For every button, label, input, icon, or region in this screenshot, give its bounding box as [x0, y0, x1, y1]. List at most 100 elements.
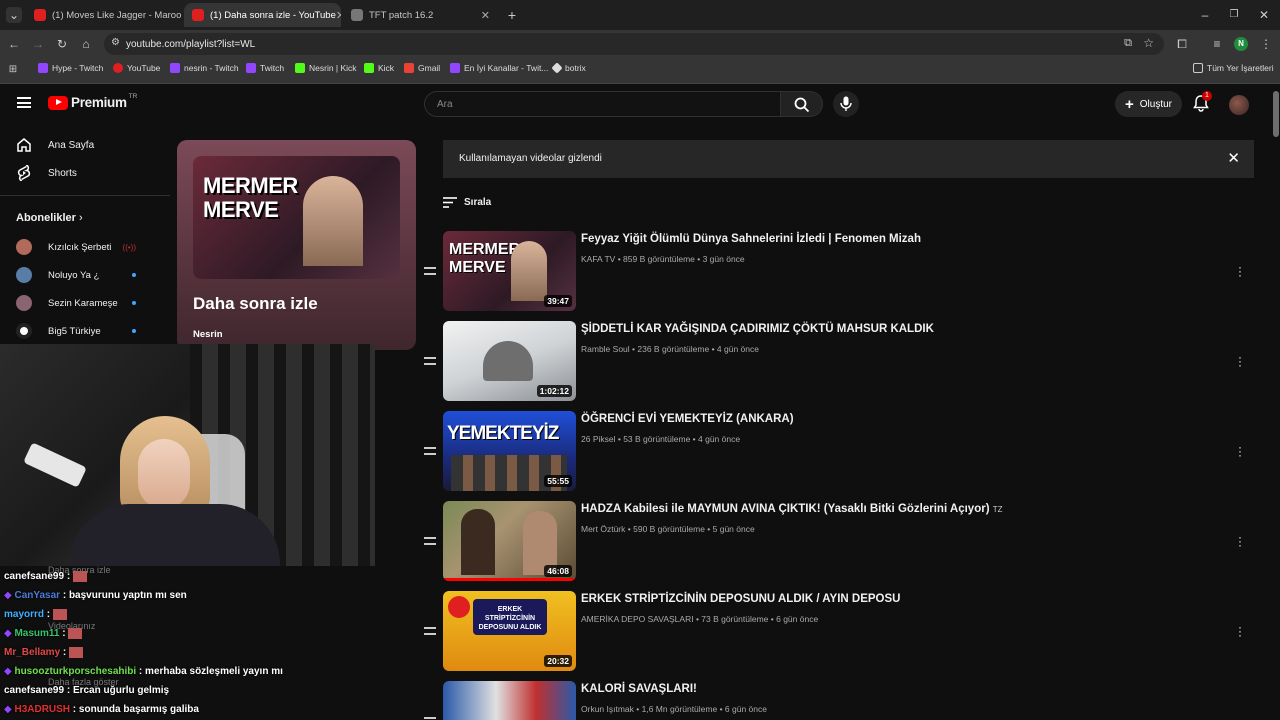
notifications-button[interactable]: 1	[1193, 91, 1212, 113]
bookmark-item[interactable]: En İyi Kanallar - Twit...	[450, 63, 548, 73]
scrollbar-thumb[interactable]	[1273, 91, 1279, 137]
browser-menu-icon[interactable]: ⋮	[1258, 36, 1274, 52]
drag-handle-icon[interactable]	[424, 267, 436, 275]
sidebar-sub-item[interactable]: Kızılcık Şerbeti ((•))	[16, 239, 136, 255]
close-icon[interactable]: ✕	[1227, 149, 1240, 167]
playlist-owner[interactable]: Nesrin	[193, 329, 223, 340]
video-thumbnail[interactable]: 1:02:12	[443, 321, 576, 401]
bookmark-label: Kick	[378, 63, 395, 73]
video-title[interactable]: ŞİDDETLİ KAR YAĞIŞINDA ÇADIRIMIZ ÇÖKTÜ M…	[581, 323, 934, 335]
address-bar[interactable]: ⚙ youtube.com/playlist?list=WL ⧉ ☆	[104, 33, 1164, 55]
video-thumbnail[interactable]: ERKEK STRİPTİZCİNİN DEPOSUNU ALDIK 20:32	[443, 591, 576, 671]
video-meta: AMERİKA DEPO SAVAŞLARI • 73 B görüntülem…	[581, 614, 819, 624]
bookmark-item[interactable]: Hype - Twitch	[38, 63, 103, 73]
video-title[interactable]: ÖĞRENCİ EVİ YEMEKTEYİZ (ANKARA)	[581, 413, 794, 425]
video-thumbnail[interactable]: YEMEKTEYİZ 55:55	[443, 411, 576, 491]
chat-username: H3ADRUSH	[14, 704, 71, 715]
drag-handle-icon[interactable]	[424, 357, 436, 365]
extensions-puzzle-icon[interactable]: ⧠	[1174, 36, 1190, 52]
url-text: youtube.com/playlist?list=WL	[126, 38, 256, 50]
minimize-icon[interactable]: –	[1197, 7, 1213, 23]
more-options-icon[interactable]: · · ·	[1236, 531, 1244, 551]
reload-icon[interactable]: ↻	[54, 36, 70, 52]
bookmark-item[interactable]: YouTube	[113, 63, 160, 73]
view-count: 859 B görüntüleme	[623, 254, 695, 264]
channel-name[interactable]: Mert Öztürk	[581, 524, 625, 534]
subscriptions-heading[interactable]: Abonelikler ›	[16, 212, 83, 224]
bookmark-item[interactable]: Twitch	[246, 63, 284, 73]
playlist-video-row[interactable]: ERKEK STRİPTİZCİNİN DEPOSUNU ALDIK 20:32…	[424, 591, 1264, 679]
bookmark-star-icon[interactable]: ☆	[1143, 36, 1154, 50]
page-scrollbar[interactable]	[1272, 85, 1280, 720]
drag-handle-icon[interactable]	[424, 537, 436, 545]
window-close-icon[interactable]: ✕	[1256, 7, 1272, 23]
channel-avatar[interactable]	[1229, 95, 1249, 115]
all-bookmarks-folder[interactable]: Tüm Yer İşaretleri	[1193, 63, 1274, 73]
sidebar-sub-item[interactable]: Sezin Karameşe	[16, 295, 136, 311]
search-button[interactable]	[781, 91, 823, 117]
video-thumbnail[interactable]	[443, 681, 576, 720]
hamburger-menu-icon[interactable]	[17, 97, 31, 108]
apps-grid-icon[interactable]: ⊞	[5, 62, 21, 78]
drag-handle-icon[interactable]	[424, 627, 436, 635]
close-tab-icon[interactable]: ✕	[481, 9, 490, 22]
close-tab-icon[interactable]: ✕	[336, 9, 341, 22]
tab-moves-like-jagger[interactable]: (1) Moves Like Jagger - Maroon ✕	[26, 3, 181, 27]
drag-handle-icon[interactable]	[424, 447, 436, 455]
channel-name[interactable]: Orkun Işıtmak	[581, 704, 634, 714]
playlist-video-row[interactable]: KALORİ SAVAŞLARI! Orkun Işıtmak • 1,6 Mn…	[424, 681, 1264, 720]
bookmark-item[interactable]: Nesrin | Kick	[295, 63, 357, 73]
home-icon[interactable]: ⌂	[78, 36, 94, 52]
search-input[interactable]: Ara	[424, 91, 781, 117]
channel-name[interactable]: Ramble Soul	[581, 344, 630, 354]
profile-avatar[interactable]: N	[1234, 37, 1248, 51]
maximize-icon[interactable]: ❐	[1226, 7, 1242, 23]
video-thumbnail[interactable]: 46:08	[443, 501, 576, 581]
youtube-favicon-icon	[34, 9, 46, 21]
back-arrow-icon[interactable]: ←	[6, 36, 22, 52]
sidebar-item-shorts[interactable]: Shorts	[16, 165, 77, 181]
search-icon	[794, 97, 810, 113]
bookmark-item[interactable]: nesrin - Twitch	[170, 63, 239, 73]
streamer-shirt	[70, 504, 280, 566]
playlist-cover-thumbnail[interactable]: MERMER MERVE	[193, 156, 400, 279]
plus-icon: +	[1125, 95, 1134, 113]
forward-arrow-icon[interactable]: →	[30, 36, 46, 52]
site-info-icon[interactable]: ⚙	[111, 37, 120, 48]
playlist-video-row[interactable]: 46:08 HADZA Kabilesi ile MAYMUN AVINA ÇI…	[424, 501, 1264, 589]
video-title[interactable]: KALORİ SAVAŞLARI!	[581, 683, 697, 695]
more-options-icon[interactable]: · · ·	[1236, 621, 1244, 641]
playlist-video-row[interactable]: MERMER MERVE 39:47 Feyyaz Yiğit Ölümlü D…	[424, 231, 1264, 319]
bookmark-label: botrix	[565, 63, 586, 73]
tab-search-icon[interactable]: ⌄	[6, 7, 22, 23]
bookmark-item[interactable]: Gmail	[404, 63, 440, 73]
channel-name[interactable]: 26 Piksel	[581, 434, 616, 444]
tab-daha-sonra-izle[interactable]: (1) Daha sonra izle - YouTube ✕	[184, 3, 341, 27]
youtube-premium-logo[interactable]: Premium TR	[48, 93, 137, 110]
channel-name[interactable]: KAFA TV	[581, 254, 615, 264]
more-options-icon[interactable]: · · ·	[1236, 261, 1244, 281]
sidebar-sub-item[interactable]: Big5 Türkiye	[16, 323, 136, 339]
playlist-video-row[interactable]: 1:02:12 ŞİDDETLİ KAR YAĞIŞINDA ÇADIRIMIZ…	[424, 321, 1264, 409]
create-button[interactable]: + Oluştur	[1115, 91, 1182, 117]
video-title[interactable]: ERKEK STRİPTİZCİNİN DEPOSUNU ALDIK / AYI…	[581, 593, 900, 605]
install-app-icon[interactable]: ⧉	[1124, 37, 1132, 50]
more-options-icon[interactable]: · · ·	[1236, 441, 1244, 461]
channel-name[interactable]: AMERİKA DEPO SAVAŞLARI	[581, 614, 694, 624]
sidebar-item-home[interactable]: Ana Sayfa	[16, 137, 94, 153]
media-controls-icon[interactable]: ≡	[1209, 36, 1225, 52]
bookmark-item[interactable]: botrix	[551, 62, 586, 74]
video-title[interactable]: Feyyaz Yiğit Ölümlü Dünya Sahnelerini İz…	[581, 233, 921, 245]
voice-search-button[interactable]	[833, 91, 859, 117]
sort-button[interactable]: Sırala	[443, 197, 491, 208]
more-options-icon[interactable]: · · ·	[1236, 351, 1244, 371]
video-title[interactable]: HADZA Kabilesi ile MAYMUN AVINA ÇIKTIK! …	[581, 503, 1003, 515]
youtube-play-icon	[48, 95, 68, 110]
sidebar-sub-item[interactable]: Noluyo Ya ¿	[16, 267, 136, 283]
new-tab-plus-icon[interactable]: +	[504, 7, 520, 23]
playlist-video-row[interactable]: YEMEKTEYİZ 55:55 ÖĞRENCİ EVİ YEMEKTEYİZ …	[424, 411, 1264, 499]
video-thumbnail[interactable]: MERMER MERVE 39:47	[443, 231, 576, 311]
tab-tft-patch[interactable]: TFT patch 16.2 ✕	[343, 3, 498, 27]
bookmark-item[interactable]: Kick	[364, 63, 394, 73]
emote-icon	[68, 628, 83, 639]
